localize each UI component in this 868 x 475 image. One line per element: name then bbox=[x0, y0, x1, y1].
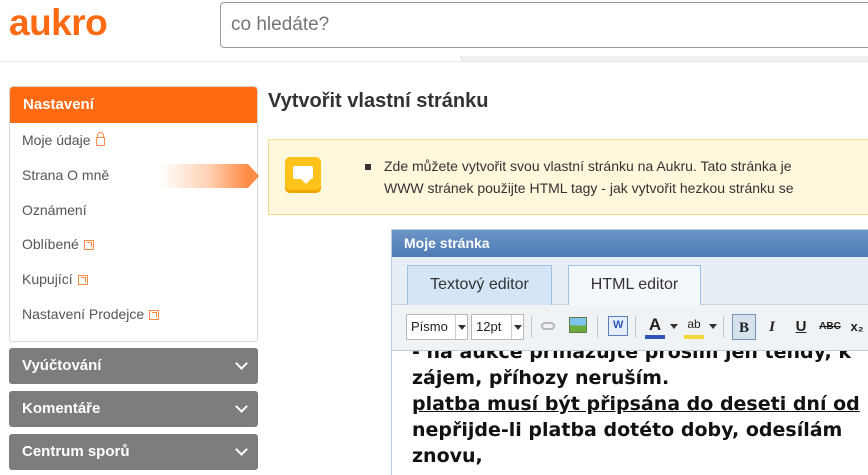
external-link-icon bbox=[149, 309, 160, 320]
content-line: nepřijde-li platba dotéto doby, odesílám bbox=[412, 419, 843, 441]
sidebar-item-label: Kupující bbox=[22, 271, 73, 288]
toolbar-divider bbox=[635, 316, 636, 338]
font-color-icon[interactable]: A bbox=[645, 315, 665, 339]
tab-text-editor[interactable]: Textový editor bbox=[407, 265, 552, 305]
content-line: znovu, bbox=[412, 445, 483, 467]
aukro-logo[interactable]: aukro bbox=[9, 2, 108, 44]
external-link-icon bbox=[77, 275, 88, 286]
toolbar-divider bbox=[723, 316, 724, 338]
underline-button[interactable]: U bbox=[789, 314, 813, 340]
content-line: platba musí být připsána do deseti dní o… bbox=[412, 393, 860, 415]
chevron-down-icon[interactable] bbox=[709, 324, 717, 329]
notice-line: Zde můžete vytvořit svou vlastní stránku… bbox=[384, 158, 792, 174]
sidebar-item-label: Oznámení bbox=[22, 201, 87, 218]
font-family-value: Písmo bbox=[411, 319, 448, 334]
font-size-select[interactable]: 12pt bbox=[471, 314, 524, 340]
highlight-color-icon[interactable]: ab bbox=[684, 315, 704, 339]
chevron-down-icon[interactable] bbox=[670, 324, 678, 329]
sidebar-item-nastaveni-prodejce[interactable]: Nastavení Prodejce bbox=[10, 297, 257, 332]
sidebar-item-oblibene[interactable]: Oblíbené bbox=[10, 227, 257, 262]
accordion-label: Komentáře bbox=[22, 400, 101, 417]
sidebar-item-label: Strana O mně bbox=[22, 166, 110, 183]
page-title: Vytvořit vlastní stránku bbox=[268, 90, 489, 112]
link-icon[interactable] bbox=[541, 322, 555, 330]
image-icon[interactable] bbox=[569, 317, 587, 333]
info-notice: Zde můžete vytvořit svou vlastní stránku… bbox=[268, 139, 868, 215]
toolbar-divider bbox=[597, 316, 598, 338]
italic-button[interactable]: I bbox=[760, 314, 784, 340]
active-arrow-icon bbox=[248, 163, 259, 188]
accordion-komentare[interactable]: Komentáře bbox=[9, 391, 258, 427]
accordion-vyuctovani[interactable]: Vyúčtování bbox=[9, 348, 258, 384]
bold-button[interactable]: B bbox=[732, 314, 756, 340]
lock-icon bbox=[95, 132, 105, 146]
sidebar-item-label: Nastavení Prodejce bbox=[22, 305, 145, 322]
font-family-select[interactable]: Písmo bbox=[406, 314, 468, 340]
search-dropdown-edge bbox=[460, 56, 868, 62]
font-size-value: 12pt bbox=[476, 319, 502, 334]
chevron-down-icon bbox=[235, 357, 248, 370]
rich-text-editor: Moje stránka Textový editor HTML editor … bbox=[391, 229, 868, 475]
top-header: aukro bbox=[0, 0, 868, 62]
chevron-down-icon bbox=[511, 315, 523, 339]
search-input[interactable] bbox=[220, 2, 868, 48]
tab-html-editor[interactable]: HTML editor bbox=[568, 265, 701, 305]
sidebar-item-label: Oblíbené bbox=[22, 236, 79, 253]
settings-menu-title[interactable]: Nastavení bbox=[10, 87, 257, 123]
editor-toolbar: Písmo 12pt A ab B I U ABC x₂ bbox=[392, 305, 868, 351]
notice-line: WWW stránek použijte HTML tagy - jak vyt… bbox=[384, 180, 794, 196]
sidebar-item-kupujici[interactable]: Kupující bbox=[10, 262, 257, 297]
accordion-centrum-sporu[interactable]: Centrum sporů bbox=[9, 434, 258, 470]
editor-tabs: Textový editor HTML editor bbox=[392, 257, 868, 305]
content-line: zájem, příhozy neruším. bbox=[412, 367, 670, 389]
sidebar-item-label: Moje údaje bbox=[22, 132, 91, 148]
editor-title: Moje stránka bbox=[392, 230, 868, 257]
chevron-down-icon bbox=[235, 443, 248, 456]
accordion-label: Vyúčtování bbox=[22, 357, 102, 374]
content-line: - na aukce přihazujte prosím jen tehdy, … bbox=[412, 351, 851, 363]
sidebar-item-oznameni[interactable]: Oznámení bbox=[10, 193, 257, 228]
paste-from-word-icon[interactable] bbox=[608, 316, 628, 336]
external-link-icon bbox=[83, 240, 94, 251]
accordion-label: Centrum sporů bbox=[22, 443, 130, 460]
toolbar-divider bbox=[531, 316, 532, 338]
sidebar-item-moje-udaje[interactable]: Moje údaje bbox=[10, 123, 257, 158]
chevron-down-icon bbox=[235, 400, 248, 413]
strikethrough-button[interactable]: ABC bbox=[818, 314, 842, 340]
speech-bubble-icon bbox=[285, 157, 321, 193]
notice-text: Zde můžete vytvořit svou vlastní stránku… bbox=[384, 155, 868, 199]
editor-content[interactable]: - na aukce přihazujte prosím jen tehdy, … bbox=[392, 351, 868, 475]
sidebar-item-strana-o-mne[interactable]: Strana O mně bbox=[10, 158, 259, 193]
page: aukro Nastavení Moje údaje Strana O mně … bbox=[0, 0, 868, 475]
settings-menu: Nastavení Moje údaje Strana O mně Oznáme… bbox=[9, 86, 259, 342]
subscript-button[interactable]: x₂ bbox=[845, 314, 868, 340]
bullet-icon bbox=[365, 164, 371, 170]
settings-menu-list: Moje údaje Strana O mně Oznámení Oblíben… bbox=[10, 123, 259, 332]
chevron-down-icon bbox=[455, 315, 467, 339]
